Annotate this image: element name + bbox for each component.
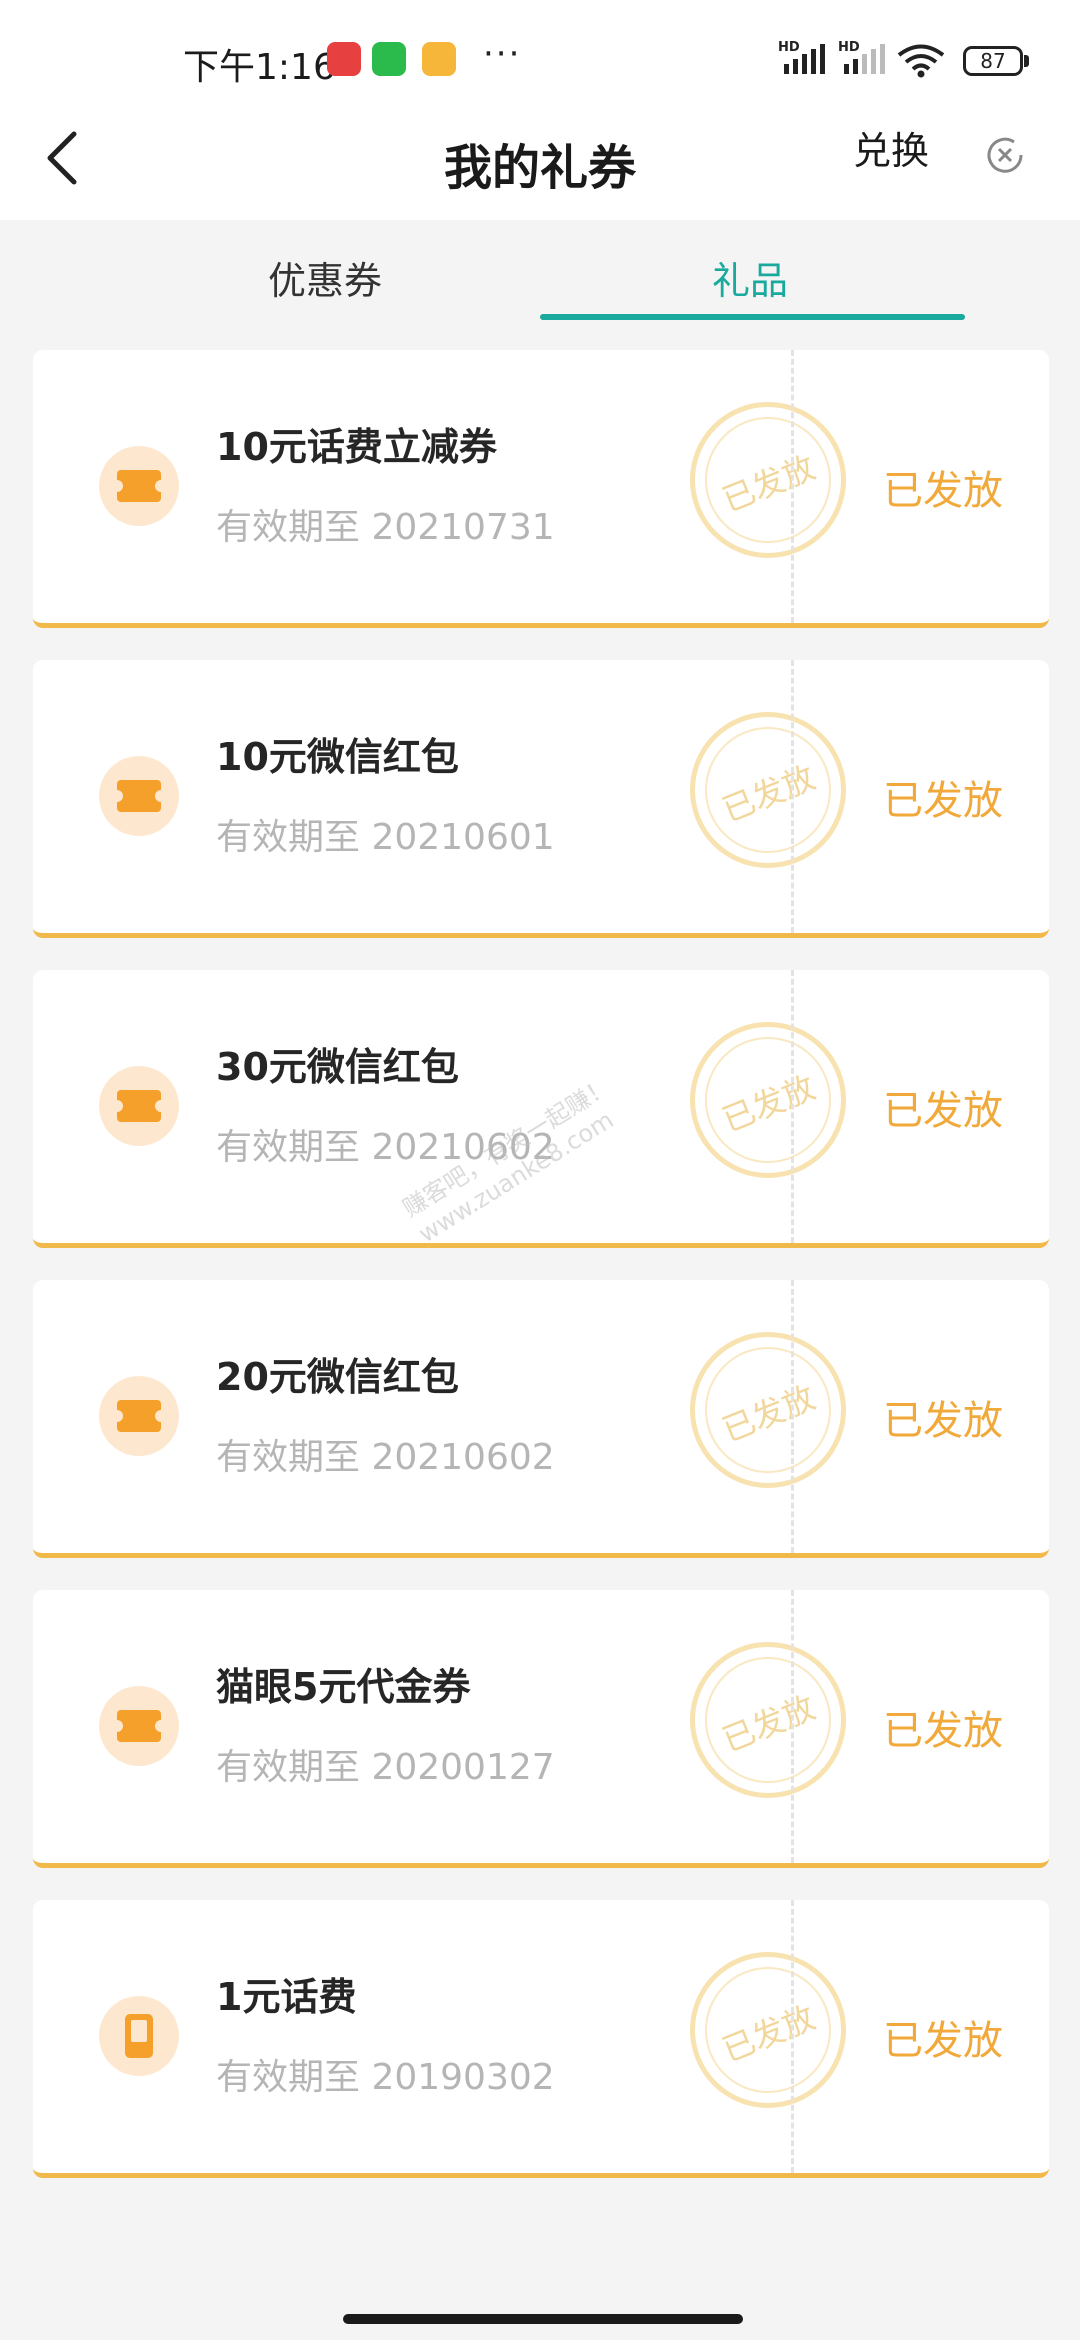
app-notification-icon — [327, 42, 361, 76]
gift-expiry: 有效期至 20210601 — [216, 817, 555, 858]
card-divider — [791, 660, 794, 933]
home-indicator[interactable] — [343, 2314, 743, 2324]
tab-gifts[interactable]: 礼品 — [712, 250, 788, 305]
issued-stamp: 已发放 — [690, 1332, 846, 1488]
gift-name: 20元微信红包 — [216, 1355, 459, 1399]
wifi-icon — [896, 44, 946, 82]
header: 我的礼券 兑换 — [0, 118, 1080, 220]
status-time: 下午1:16 — [183, 47, 336, 88]
close-icon[interactable] — [980, 130, 1030, 184]
tab-coupons[interactable]: 优惠券 — [268, 250, 382, 305]
ticket-icon — [99, 446, 179, 526]
signal-icon-2: HD — [838, 40, 886, 80]
ticket-icon — [99, 1376, 179, 1456]
card-divider — [791, 1590, 794, 1863]
status-bar: 下午1:16 ··· HD HD 87 — [0, 0, 1080, 118]
gift-list: 10元话费立减券 有效期至 20210731 已发放 已发放 10元微信红包 有… — [33, 350, 1049, 2210]
gift-status: 已发放 — [883, 778, 1003, 824]
tab-bar: 优惠券 礼品 — [0, 220, 1080, 320]
gift-status: 已发放 — [883, 468, 1003, 514]
message-notification-icon — [422, 42, 456, 76]
gift-name: 猫眼5元代金券 — [216, 1665, 471, 1709]
issued-stamp: 已发放 — [690, 1642, 846, 1798]
gift-card[interactable]: 猫眼5元代金券 有效期至 20200127 已发放 已发放 — [33, 1590, 1049, 1868]
card-divider — [791, 1900, 794, 2173]
gift-status: 已发放 — [883, 1708, 1003, 1754]
issued-stamp: 已发放 — [690, 1952, 846, 2108]
gift-card[interactable]: 20元微信红包 有效期至 20210602 已发放 已发放 — [33, 1280, 1049, 1558]
gift-name: 10元微信红包 — [216, 735, 459, 779]
ticket-icon — [99, 756, 179, 836]
gift-name: 10元话费立减券 — [216, 425, 497, 469]
signal-icon: HD — [778, 40, 826, 80]
ticket-icon — [99, 1066, 179, 1146]
issued-stamp: 已发放 — [690, 402, 846, 558]
gift-card[interactable]: 10元微信红包 有效期至 20210601 已发放 已发放 — [33, 660, 1049, 938]
gift-status: 已发放 — [883, 2018, 1003, 2064]
gift-status: 已发放 — [883, 1398, 1003, 1444]
issued-stamp: 已发放 — [690, 1022, 846, 1178]
active-tab-indicator — [540, 314, 965, 320]
issued-stamp: 已发放 — [690, 712, 846, 868]
wechat-notification-icon — [372, 42, 406, 76]
hd-label: HD — [778, 40, 800, 55]
ticket-icon — [99, 1686, 179, 1766]
more-notifications-icon: ··· — [483, 34, 522, 74]
battery-icon: 87 — [963, 46, 1023, 76]
card-divider — [791, 970, 794, 1243]
gift-expiry: 有效期至 20210731 — [216, 507, 555, 548]
gift-card[interactable]: 1元话费 有效期至 20190302 已发放 已发放 — [33, 1900, 1049, 2178]
gift-expiry: 有效期至 20210602 — [216, 1437, 555, 1478]
gift-expiry: 有效期至 20190302 — [216, 2057, 555, 2098]
gift-expiry: 有效期至 20200127 — [216, 1747, 555, 1788]
card-divider — [791, 1280, 794, 1553]
phone-icon — [99, 1996, 179, 2076]
gift-name: 1元话费 — [216, 1975, 357, 2019]
battery-tip — [1024, 55, 1029, 67]
gift-card[interactable]: 10元话费立减券 有效期至 20210731 已发放 已发放 — [33, 350, 1049, 628]
gift-name: 30元微信红包 — [216, 1045, 459, 1089]
redeem-button[interactable]: 兑换 — [853, 120, 929, 175]
hd-label-2: HD — [838, 40, 860, 55]
card-divider — [791, 350, 794, 623]
gift-status: 已发放 — [883, 1088, 1003, 1134]
